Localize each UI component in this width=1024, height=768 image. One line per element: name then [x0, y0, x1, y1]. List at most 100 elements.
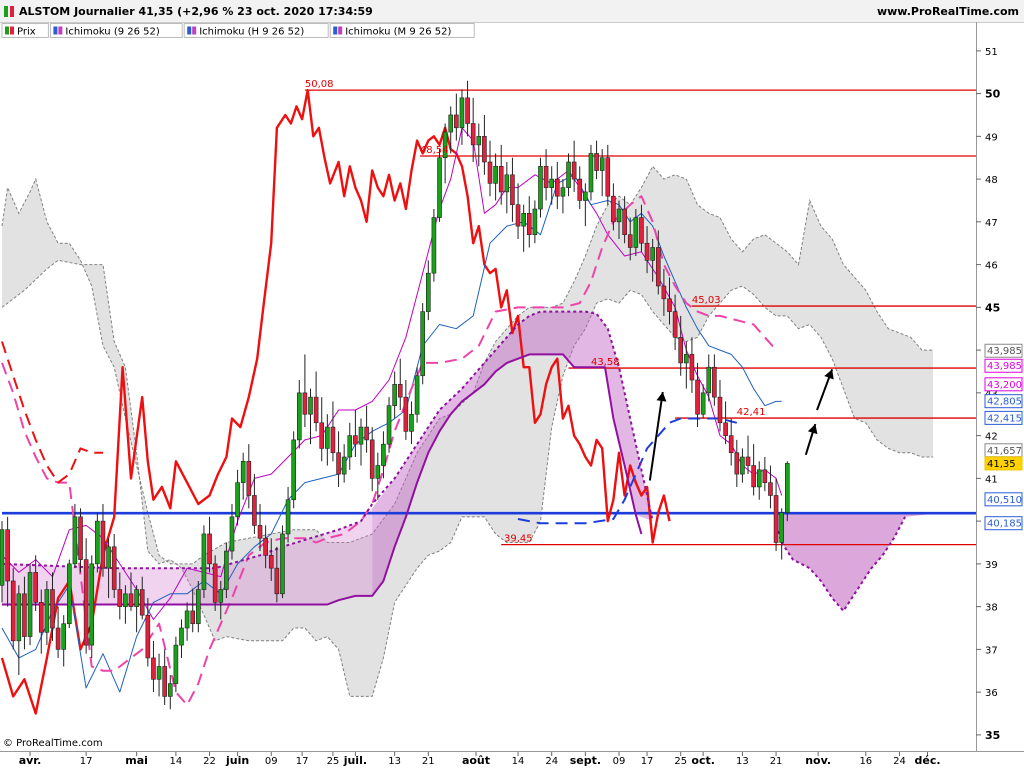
candle-body: [67, 563, 72, 625]
candle-body: [773, 495, 779, 543]
candle: [280, 525, 285, 599]
candle-legend-icon: [5, 26, 9, 35]
y-tick-label: 48: [985, 175, 998, 186]
candle-body: [72, 516, 78, 565]
x-tick-label: 14: [512, 756, 525, 767]
chart-title: ALSTOM Journalier 41,35 (+2,96 % 23 oct.…: [19, 5, 373, 18]
candle-legend-icon: [10, 26, 14, 35]
candle-body: [44, 589, 50, 633]
price-badge-label: 41,657: [987, 446, 1022, 457]
x-tick-label: 24: [545, 756, 558, 767]
candle-body: [543, 165, 549, 188]
candle-body: [397, 384, 403, 398]
candle: [386, 397, 392, 453]
candle-body: [437, 157, 442, 218]
x-tick-label: 22: [203, 756, 216, 767]
y-tick-label: 35: [985, 729, 1000, 742]
indicator-legend: Prix Ichimoku (9 26 52) Ichimoku (H 9 26 5…: [1, 23, 475, 38]
price-badge-label: 42,805: [987, 397, 1022, 408]
candle-body: [498, 165, 504, 193]
candle-body: [431, 217, 437, 274]
candle-body: [179, 627, 184, 646]
candle-body: [532, 208, 538, 235]
x-tick-label: sept.: [570, 754, 601, 767]
candle: [27, 563, 33, 646]
candle-body: [151, 657, 156, 680]
candle-body: [27, 572, 33, 637]
x-tick-label: oct.: [691, 754, 715, 767]
y-tick-label: 38: [985, 603, 998, 614]
instrument-candle-icon: [10, 6, 14, 17]
candle: [89, 555, 95, 658]
candle-body: [577, 178, 583, 201]
candle-body: [341, 456, 347, 475]
candle-body: [510, 174, 515, 206]
candle-body: [353, 435, 358, 445]
candle-body: [583, 191, 588, 201]
candle-body: [246, 460, 252, 496]
candle: [291, 431, 296, 509]
candle-body: [22, 593, 27, 637]
candle-body: [38, 602, 44, 633]
candle-body: [33, 572, 38, 603]
candle-body: [672, 311, 678, 338]
candle-body: [504, 174, 510, 193]
candle-body: [235, 482, 240, 518]
chart-header: ALSTOM Journalier 41,35 (+2,96 % 23 oct.…: [0, 0, 1024, 23]
candle-body: [571, 161, 577, 180]
candle-body: [240, 460, 246, 483]
price-badge-label: 43,985: [987, 346, 1022, 357]
candle-body: [526, 212, 532, 235]
x-tick-label: 14: [170, 756, 183, 767]
candle-body: [667, 298, 672, 312]
candle-body: [162, 666, 167, 697]
x-tick-label: 17: [80, 756, 93, 767]
candle-body: [308, 396, 313, 415]
candle-body: [560, 187, 566, 197]
candle-body: [196, 589, 201, 625]
candle-body: [381, 443, 386, 466]
x-tick-label: août: [462, 754, 490, 767]
candle-body: [493, 165, 498, 184]
candle-body: [61, 623, 67, 650]
candle-body: [280, 533, 285, 595]
candle-body: [728, 435, 734, 454]
y-tick-label: 41: [985, 474, 998, 485]
candle-body: [678, 336, 684, 364]
x-tick-label: 09: [613, 756, 626, 767]
x-tick-label: avr.: [19, 754, 42, 767]
x-tick-label: 21: [422, 756, 435, 767]
legend-label: Prix: [17, 27, 36, 38]
candle-body: [717, 396, 723, 424]
ichimoku-legend-icon: [338, 26, 343, 35]
candle-body: [330, 426, 336, 454]
candle-body: [50, 589, 55, 629]
candle-body: [10, 580, 16, 642]
candle: [173, 636, 179, 693]
candle-body: [779, 512, 784, 543]
candle-body: [291, 439, 296, 501]
candle-body: [566, 161, 571, 188]
candle-body: [420, 311, 425, 377]
candle-body: [263, 537, 268, 556]
candle-body: [5, 529, 10, 582]
instrument-candle-icon: [4, 6, 8, 17]
candle: [437, 149, 442, 222]
x-tick-label: 17: [641, 756, 654, 767]
ichimoku-legend-icon: [187, 26, 192, 35]
candle-body: [386, 405, 392, 445]
x-tick-label: 13: [388, 756, 401, 767]
price-badge-label: 43,200: [987, 380, 1022, 391]
level-label: 42,41: [737, 407, 766, 418]
candle-body: [173, 644, 179, 684]
candle-body: [751, 465, 756, 488]
price-badge-label: 41,35: [987, 459, 1016, 470]
candle-body: [55, 627, 61, 650]
candle-body: [285, 499, 291, 535]
candle-body: [190, 610, 196, 625]
y-tick-label: 51: [985, 47, 998, 58]
ichimoku-chart[interactable]: ALSTOM Journalier 41,35 (+2,96 % 23 oct.…: [0, 0, 1024, 768]
candle-body: [695, 379, 700, 415]
site-link[interactable]: www.ProRealTime.com: [877, 5, 1019, 18]
candle: [420, 303, 425, 385]
